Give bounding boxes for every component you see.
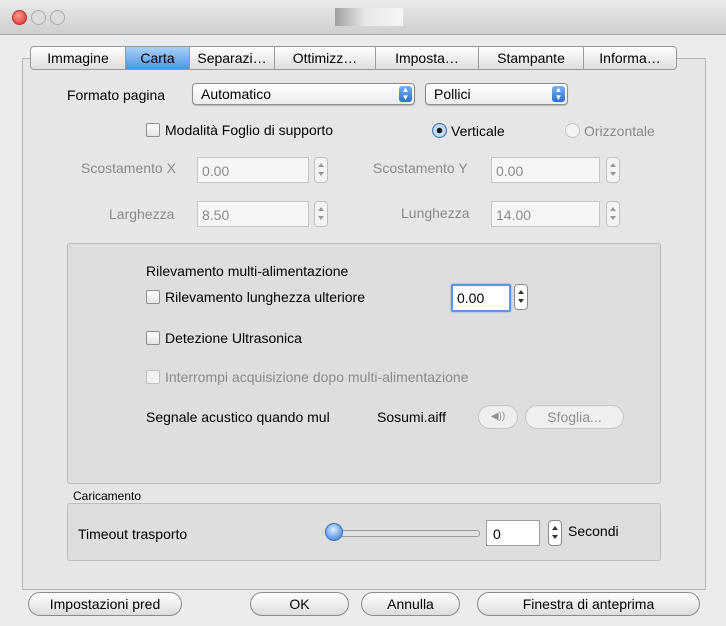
portrait-radio[interactable] xyxy=(432,123,447,138)
offset-y-label: Scostamento Y xyxy=(373,160,468,176)
offset-y-value: 0.00 xyxy=(496,163,524,179)
minimize-window-button[interactable] xyxy=(31,10,46,25)
timeout-value: 0 xyxy=(493,526,501,542)
popup-arrows-icon: ▲ ▼ xyxy=(552,86,565,102)
close-window-button[interactable] xyxy=(12,10,27,25)
timeout-stepper[interactable] xyxy=(548,520,562,546)
beep-label: Segnale acustico quando mul xyxy=(146,409,330,425)
length-label: Lunghezza xyxy=(401,205,470,221)
width-stepper xyxy=(314,201,328,227)
ultrasonic-label: Detezione Ultrasonica xyxy=(165,330,302,346)
speaker-icon: ◀)) xyxy=(490,411,506,422)
extra-length-checkbox[interactable] xyxy=(146,290,160,304)
unit-value: Pollici xyxy=(434,86,471,102)
tab-ottimizzazione[interactable]: Ottimizz… xyxy=(275,47,376,69)
preview-window-button[interactable]: Finestra di anteprima xyxy=(477,592,700,616)
offset-x-field: 0.00 xyxy=(197,157,309,183)
format-popup[interactable]: Automatico ▲ ▼ xyxy=(192,83,415,105)
popup-arrows-icon: ▲ ▼ xyxy=(399,86,412,102)
timeout-slider-track[interactable] xyxy=(334,530,480,537)
cancel-button[interactable]: Annulla xyxy=(361,592,460,616)
timeout-unit-label: Secondi xyxy=(568,523,619,539)
length-field: 14.00 xyxy=(491,201,600,227)
tab-carta[interactable]: Carta xyxy=(126,47,190,69)
zoom-window-button[interactable] xyxy=(50,10,65,25)
format-value: Automatico xyxy=(201,86,272,102)
extra-length-label: Rilevamento lunghezza ulteriore xyxy=(165,289,365,305)
portrait-label: Verticale xyxy=(451,123,505,139)
tab-immagine[interactable]: Immagine xyxy=(31,47,126,69)
length-value: 14.00 xyxy=(496,207,532,223)
extra-length-field[interactable]: 0.00 xyxy=(451,284,511,312)
browse-button: Sfoglia... xyxy=(525,405,624,429)
carrier-sheet-checkbox[interactable] xyxy=(146,123,160,137)
tab-stampante[interactable]: Stampante xyxy=(479,47,584,69)
width-field: 8.50 xyxy=(197,201,309,227)
dialog-window: Immagine Carta Separazi… Ottimizz… Impos… xyxy=(0,0,726,626)
tab-informazioni[interactable]: Informa… xyxy=(584,47,676,69)
multifeed-title: Rilevamento multi-alimentazione xyxy=(146,263,349,279)
defaults-button[interactable]: Impostazioni pred xyxy=(28,592,182,616)
title-bar xyxy=(0,0,726,35)
tab-bar: Immagine Carta Separazi… Ottimizz… Impos… xyxy=(30,46,677,70)
timeout-label: Timeout trasporto xyxy=(78,526,188,542)
width-label: Larghezza xyxy=(109,206,175,222)
timeout-slider-knob[interactable] xyxy=(325,523,343,541)
speaker-button: ◀)) xyxy=(478,405,518,429)
offset-x-value: 0.00 xyxy=(202,163,230,179)
ok-button[interactable]: OK xyxy=(250,592,349,616)
ultrasonic-checkbox[interactable] xyxy=(146,331,160,345)
extra-length-value: 0.00 xyxy=(457,290,485,306)
offset-x-stepper xyxy=(314,157,328,183)
title-image xyxy=(335,8,403,26)
offset-x-label: Scostamento X xyxy=(81,160,176,176)
width-value: 8.50 xyxy=(202,207,230,223)
length-stepper xyxy=(606,201,620,227)
tab-separazione[interactable]: Separazi… xyxy=(190,47,275,69)
timeout-field[interactable]: 0 xyxy=(486,520,540,546)
stop-after-multifeed-checkbox xyxy=(146,370,160,384)
offset-y-stepper xyxy=(606,157,620,183)
landscape-label: Orizzontale xyxy=(584,123,655,139)
stop-after-multifeed-label: Interrompi acquisizione dopo multi-alime… xyxy=(165,369,469,385)
beep-file-name: Sosumi.aiff xyxy=(377,409,446,425)
format-label: Formato pagina xyxy=(67,87,166,103)
tab-impostazioni[interactable]: Imposta… xyxy=(376,47,479,69)
extra-length-stepper[interactable] xyxy=(514,284,528,310)
unit-popup[interactable]: Pollici ▲ ▼ xyxy=(425,83,568,105)
offset-y-field: 0.00 xyxy=(491,157,600,183)
carrier-sheet-label: Modalità Foglio di supporto xyxy=(165,122,334,138)
landscape-radio xyxy=(565,123,580,138)
